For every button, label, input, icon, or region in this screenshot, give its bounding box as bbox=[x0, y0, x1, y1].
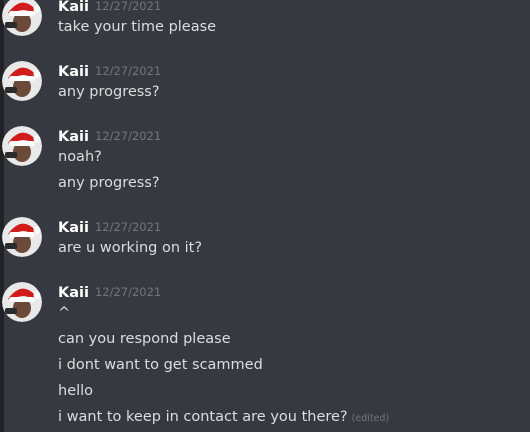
message-text: any progress? bbox=[58, 175, 160, 191]
message-text: are u working on it? bbox=[58, 240, 203, 256]
message-header: Kaii 12/27/2021 bbox=[58, 61, 161, 82]
left-edge-divider bbox=[0, 0, 4, 432]
user-avatar-icon[interactable] bbox=[2, 126, 42, 166]
message-text: any progress? bbox=[58, 84, 160, 100]
user-avatar-icon[interactable] bbox=[2, 61, 42, 101]
message-timestamp[interactable]: 12/27/2021 bbox=[95, 129, 161, 143]
message-header: Kaii 12/27/2021 bbox=[58, 217, 161, 238]
user-avatar-icon[interactable] bbox=[2, 282, 42, 322]
edited-label[interactable]: (edited) bbox=[352, 413, 390, 424]
message-author[interactable]: Kaii bbox=[58, 285, 89, 301]
message-header: Kaii 12/27/2021 bbox=[58, 126, 161, 147]
message-header: Kaii 12/27/2021 bbox=[58, 0, 161, 17]
message-timestamp[interactable]: 12/27/2021 bbox=[95, 220, 161, 234]
message-text: noah? bbox=[58, 149, 102, 165]
message-header: Kaii 12/27/2021 bbox=[58, 282, 161, 303]
message-timestamp[interactable]: 12/27/2021 bbox=[95, 64, 161, 78]
message-text-edited: i want to keep in contact are you there?… bbox=[58, 407, 389, 429]
message-text: i dont want to get scammed bbox=[58, 357, 263, 373]
user-avatar-icon[interactable] bbox=[2, 217, 42, 257]
message-author[interactable]: Kaii bbox=[58, 129, 89, 145]
message-timestamp[interactable]: 12/27/2021 bbox=[95, 285, 161, 299]
message-author[interactable]: Kaii bbox=[58, 64, 89, 80]
user-avatar-icon[interactable] bbox=[2, 0, 42, 36]
message-text: hello bbox=[58, 383, 94, 399]
chat-message-list[interactable]: Kaii 12/27/2021 take your time please Kai… bbox=[0, 0, 530, 432]
message-text: ^ bbox=[58, 305, 71, 321]
message-timestamp[interactable]: 12/27/2021 bbox=[95, 0, 161, 13]
message-text: can you respond please bbox=[58, 331, 231, 347]
message-author[interactable]: Kaii bbox=[58, 220, 89, 236]
message-text: take your time please bbox=[58, 19, 217, 35]
message-text: i want to keep in contact are you there? bbox=[58, 409, 348, 425]
message-author[interactable]: Kaii bbox=[58, 0, 89, 15]
